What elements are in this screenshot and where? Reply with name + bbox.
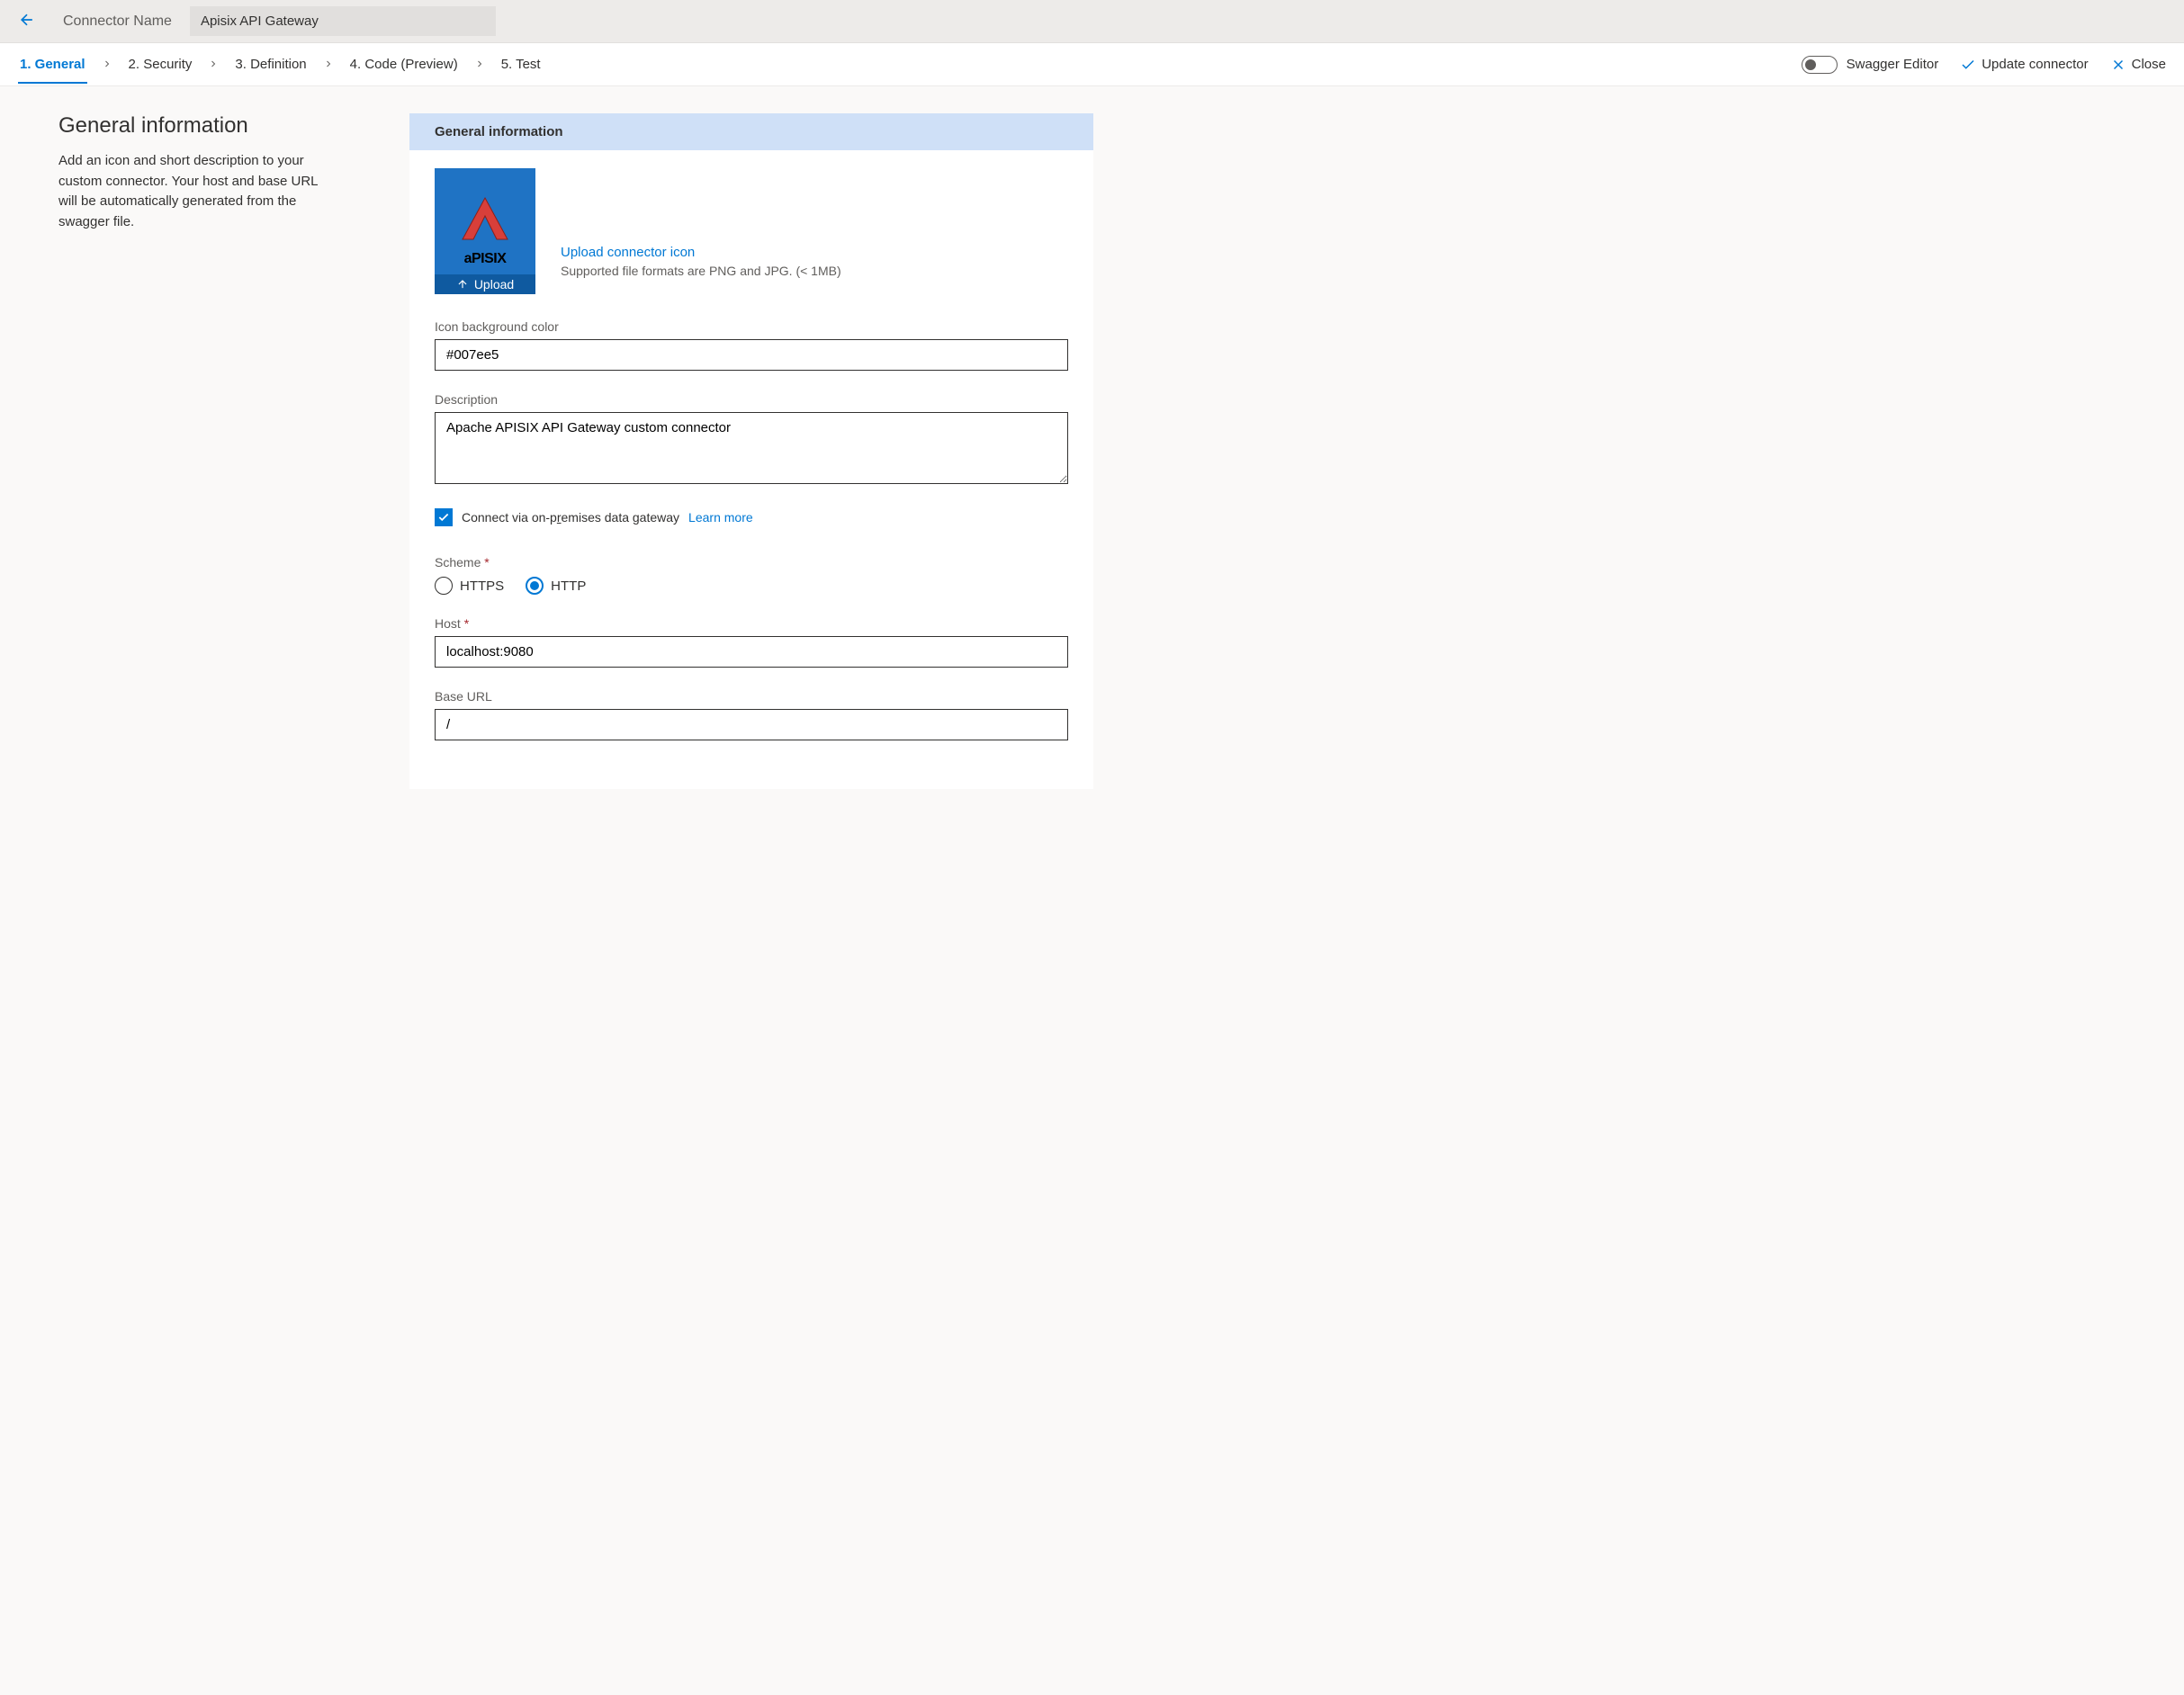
- description-textarea[interactable]: [435, 412, 1068, 484]
- tab-general[interactable]: 1. General: [18, 46, 87, 83]
- upload-hint: Supported file formats are PNG and JPG. …: [561, 264, 1068, 278]
- section-body: aPISIX Upload Upload connector icon Supp…: [409, 150, 1093, 789]
- chevron-right-icon: [208, 58, 219, 72]
- form-panel: General information aPISIX Upload Upload…: [409, 113, 1093, 789]
- checkmark-icon: [1960, 57, 1976, 73]
- scheme-radio-group: HTTPS HTTP: [435, 577, 1068, 595]
- upload-icon-link[interactable]: Upload connector icon: [561, 245, 1068, 260]
- scheme-https-radio[interactable]: HTTPS: [435, 577, 504, 595]
- radio-dot: [530, 581, 539, 590]
- back-arrow-icon[interactable]: [18, 11, 36, 31]
- tab-code[interactable]: 4. Code (Preview): [348, 46, 460, 83]
- base-url-label: Base URL: [435, 689, 1068, 704]
- wizard-tabs: 1. General 2. Security 3. Definition 4. …: [18, 46, 1802, 83]
- radio-circle: [435, 577, 453, 595]
- upload-row: aPISIX Upload Upload connector icon Supp…: [435, 168, 1068, 294]
- close-label: Close: [2132, 57, 2166, 72]
- swagger-editor-label: Swagger Editor: [1847, 57, 1939, 72]
- tab-security[interactable]: 2. Security: [127, 46, 194, 83]
- upload-strip[interactable]: Upload: [435, 274, 535, 294]
- scheme-http-radio[interactable]: HTTP: [526, 577, 586, 595]
- connector-name-input[interactable]: [190, 6, 496, 36]
- gateway-checkbox-row: Connect via on-premises data gateway Lea…: [435, 508, 1068, 526]
- left-column: General information Add an icon and shor…: [58, 113, 337, 789]
- chevron-right-icon: [474, 58, 485, 72]
- section-header: General information: [409, 113, 1093, 150]
- connector-name-label: Connector Name: [63, 13, 172, 30]
- tab-definition[interactable]: 3. Definition: [233, 46, 308, 83]
- scheme-https-label: HTTPS: [460, 578, 504, 594]
- gateway-checkbox[interactable]: [435, 508, 453, 526]
- tab-actions: Swagger Editor Update connector Close: [1802, 56, 2166, 74]
- left-description: Add an icon and short description to you…: [58, 151, 337, 232]
- check-icon: [437, 511, 450, 524]
- update-connector-button[interactable]: Update connector: [1960, 57, 2088, 73]
- close-icon: [2110, 57, 2126, 73]
- toggle-knob: [1805, 59, 1816, 70]
- upload-arrow-icon: [456, 278, 469, 291]
- scheme-label: Scheme *: [435, 555, 1068, 569]
- radio-circle: [526, 577, 544, 595]
- left-heading: General information: [58, 113, 337, 139]
- host-field: Host *: [435, 616, 1068, 668]
- icon-bg-field: Icon background color: [435, 319, 1068, 371]
- toggle-switch[interactable]: [1802, 56, 1838, 74]
- swagger-editor-toggle[interactable]: Swagger Editor: [1802, 56, 1939, 74]
- update-connector-label: Update connector: [1982, 57, 2088, 72]
- host-input[interactable]: [435, 636, 1068, 668]
- description-field: Description: [435, 392, 1068, 487]
- upload-strip-label: Upload: [474, 277, 514, 291]
- base-url-input[interactable]: [435, 709, 1068, 740]
- upload-info: Upload connector icon Supported file for…: [561, 245, 1068, 294]
- description-label: Description: [435, 392, 1068, 407]
- icon-bg-label: Icon background color: [435, 319, 1068, 334]
- scheme-http-label: HTTP: [551, 578, 586, 594]
- chevron-right-icon: [102, 58, 112, 72]
- apisix-logo-text: aPISIX: [464, 251, 507, 267]
- chevron-right-icon: [323, 58, 334, 72]
- scheme-field: Scheme * HTTPS HTTP: [435, 555, 1068, 595]
- top-bar: Connector Name: [0, 0, 2184, 43]
- close-button[interactable]: Close: [2110, 57, 2166, 73]
- host-label: Host *: [435, 616, 1068, 631]
- gateway-checkbox-label: Connect via on-premises data gateway: [462, 510, 679, 525]
- learn-more-link[interactable]: Learn more: [688, 510, 753, 525]
- tab-bar: 1. General 2. Security 3. Definition 4. …: [0, 43, 2184, 86]
- main-content: General information Add an icon and shor…: [0, 86, 2184, 816]
- icon-bg-input[interactable]: [435, 339, 1068, 371]
- base-url-field: Base URL: [435, 689, 1068, 740]
- icon-preview-tile[interactable]: aPISIX Upload: [435, 168, 535, 294]
- tab-test[interactable]: 5. Test: [499, 46, 543, 83]
